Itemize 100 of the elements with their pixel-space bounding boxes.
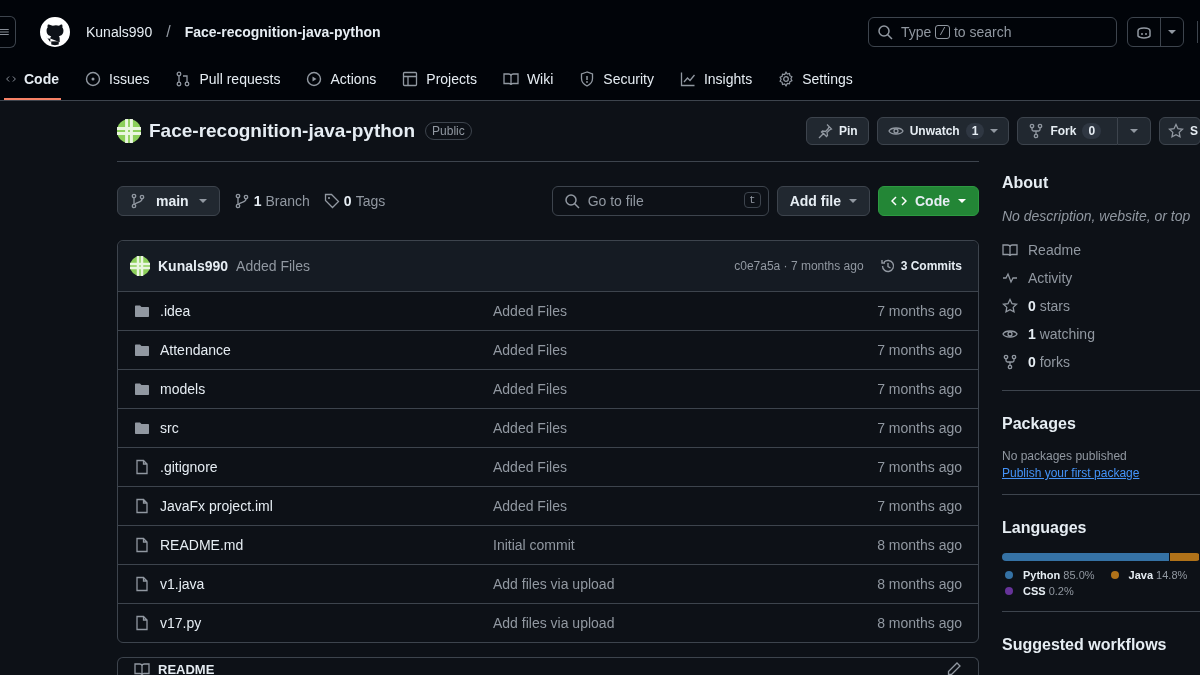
- search-icon: [877, 24, 893, 40]
- search-icon: [563, 193, 580, 209]
- file-link[interactable]: README.md: [160, 537, 244, 553]
- tag-icon: [323, 193, 340, 209]
- repo-tab[interactable]: Code: [4, 60, 61, 100]
- branch-button[interactable]: main: [117, 186, 220, 216]
- table-icon: [402, 71, 419, 87]
- file-time: 7 months ago: [877, 420, 962, 436]
- language-label: CSS 0.2%: [1023, 585, 1074, 597]
- fork-icon: [1028, 123, 1045, 139]
- issue-icon: [85, 71, 101, 87]
- path-separator: /: [166, 23, 171, 41]
- section-title: Languages: [1002, 519, 1088, 537]
- publish-package-link[interactable]: Publish your first package: [1002, 466, 1140, 480]
- commits-link[interactable]: 3 Commits: [879, 258, 962, 274]
- about-link[interactable]: 0 stars: [1002, 292, 1200, 320]
- key-hint: /: [935, 25, 950, 39]
- file-time: 8 months ago: [877, 537, 962, 553]
- pin-button[interactable]: Pin: [806, 117, 869, 145]
- repo-tab[interactable]: Pull requests: [173, 60, 283, 100]
- repo-tab[interactable]: Settings: [776, 60, 855, 100]
- repo-tab[interactable]: Actions: [304, 60, 379, 100]
- about-link[interactable]: Activity: [1002, 264, 1200, 292]
- caret-icon: [1168, 29, 1176, 35]
- section-title: Suggested workflows: [1002, 636, 1168, 654]
- menu-button[interactable]: [0, 16, 16, 48]
- about-link[interactable]: 0 forks: [1002, 348, 1200, 376]
- book-icon: [502, 71, 519, 87]
- commit-message-link[interactable]: Add files via upload: [493, 615, 878, 631]
- caret-icon: [958, 198, 966, 204]
- file-time: 7 months ago: [877, 303, 962, 319]
- robot-icon: [1136, 24, 1152, 40]
- repo-tab[interactable]: Issues: [83, 60, 152, 100]
- book-icon: [1002, 242, 1018, 258]
- description: No description, website, or top: [1002, 208, 1192, 224]
- readme-title: README: [158, 661, 215, 675]
- commit-message-link[interactable]: Added Files: [493, 342, 878, 358]
- commit-message-link[interactable]: Added Files: [493, 303, 878, 319]
- commit-message: Added Files: [236, 258, 310, 274]
- play-icon: [306, 71, 323, 87]
- commit-message-link[interactable]: Added Files: [493, 459, 878, 475]
- file-time: 7 months ago: [877, 381, 962, 397]
- commit-message-link[interactable]: Add files via upload: [493, 576, 878, 592]
- file-link[interactable]: Attendance: [160, 342, 231, 358]
- add-file-button[interactable]: Add file: [776, 186, 870, 216]
- repo-tab[interactable]: Projects: [400, 60, 479, 100]
- commit-message-link[interactable]: Added Files: [493, 420, 878, 436]
- branch-icon: [233, 193, 250, 209]
- commit-message-link[interactable]: Added Files: [493, 498, 878, 514]
- packages-note: No packages published: [1002, 449, 1128, 463]
- file-link[interactable]: models: [160, 381, 206, 397]
- counter: 1: [965, 123, 985, 139]
- caret-icon: [1130, 128, 1139, 134]
- language-label: Java 14.8%: [1128, 569, 1188, 581]
- key-hint: t: [744, 192, 761, 208]
- commit-message-link[interactable]: Initial commit: [493, 537, 878, 553]
- file-time: 8 months ago: [877, 615, 962, 631]
- pull-request-icon: [175, 71, 192, 87]
- pin-icon: [817, 123, 833, 139]
- file-link[interactable]: .idea: [160, 303, 191, 319]
- about-link[interactable]: Readme: [1002, 236, 1200, 264]
- caret-icon: [198, 198, 207, 204]
- repo-title: Face-recognition-java-python: [149, 120, 416, 142]
- fork-icon: [1002, 354, 1018, 370]
- code-button[interactable]: Code: [878, 186, 979, 216]
- search-field[interactable]: Type / to search: [868, 17, 1117, 47]
- repo-tab[interactable]: Wiki: [500, 60, 556, 100]
- caret-icon: [849, 198, 857, 204]
- repo-tab[interactable]: Insights: [677, 60, 755, 100]
- fork-button[interactable]: Fork 0: [1017, 117, 1119, 145]
- caret-icon: [990, 128, 999, 134]
- history-icon: [879, 258, 896, 274]
- dropdown-button[interactable]: [1118, 117, 1152, 145]
- file-icon: [134, 537, 150, 553]
- repo-link[interactable]: Face-recognition-java-python: [184, 24, 381, 40]
- owner-link[interactable]: Kunals990: [86, 24, 153, 40]
- avatar-icon: [117, 119, 141, 143]
- avatar-icon: [130, 256, 150, 276]
- commit-message-link[interactable]: Added Files: [493, 381, 878, 397]
- folder-icon: [134, 303, 150, 319]
- pencil-icon: [946, 661, 962, 675]
- tags-link[interactable]: 0 Tags: [323, 193, 386, 209]
- file-icon: [134, 498, 150, 514]
- about-link[interactable]: 1 watching: [1002, 320, 1200, 348]
- octocat-logo-icon[interactable]: [40, 17, 70, 47]
- unwatch-button[interactable]: Unwatch 1: [876, 117, 1010, 145]
- settings-icon: [778, 71, 795, 87]
- file-link[interactable]: v1.java: [160, 576, 205, 592]
- file-icon: [134, 615, 150, 631]
- file-time: 7 months ago: [877, 498, 962, 514]
- branches-link[interactable]: 1 Branch: [233, 193, 310, 209]
- repo-tab[interactable]: Security: [577, 60, 656, 100]
- file-link[interactable]: src: [160, 420, 179, 436]
- star-button[interactable]: S: [1159, 117, 1200, 145]
- pulse-icon: [1002, 270, 1018, 286]
- author-link[interactable]: Kunals990: [158, 258, 229, 274]
- file-link[interactable]: v17.py: [160, 615, 202, 631]
- file-link[interactable]: .gitignore: [160, 459, 218, 475]
- file-link[interactable]: JavaFx project.iml: [160, 498, 273, 514]
- section-title: Packages: [1002, 415, 1077, 433]
